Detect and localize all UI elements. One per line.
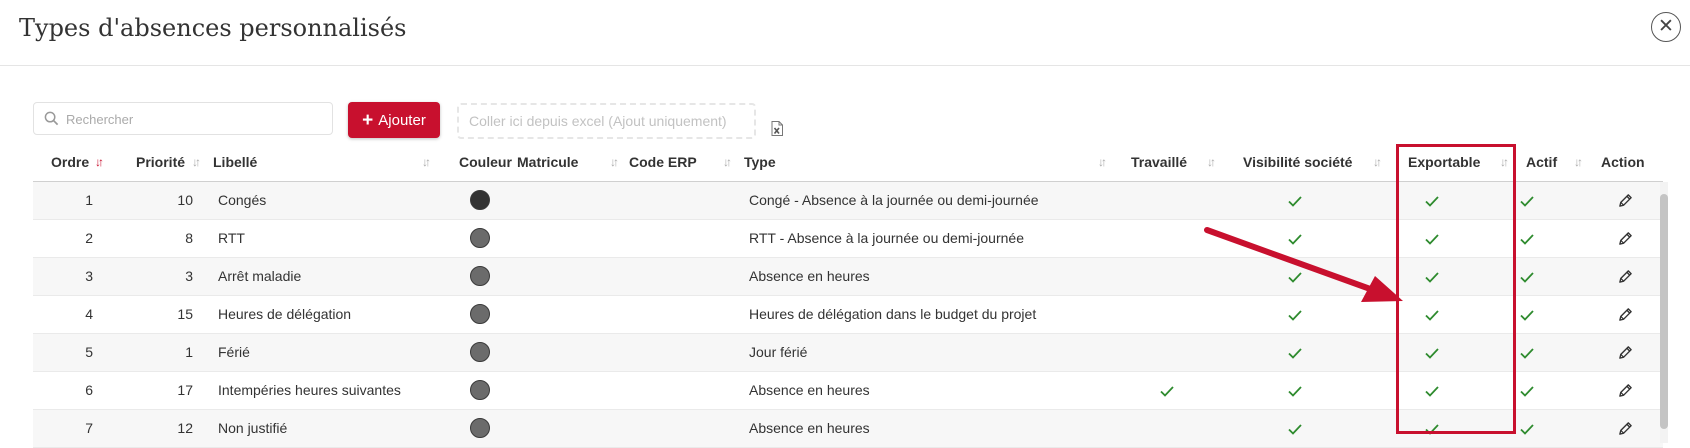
edit-pencil-icon[interactable] — [1618, 269, 1633, 287]
edit-pencil-icon[interactable] — [1618, 421, 1633, 439]
actif-check-icon — [1520, 270, 1534, 286]
cell-ordre: 7 — [85, 420, 93, 436]
header-visibilite[interactable]: Visibilité société — [1243, 154, 1352, 170]
cell-priorite: 17 — [177, 382, 193, 398]
arrow-annotation-icon — [1204, 227, 1403, 302]
cell-ordre: 6 — [85, 382, 93, 398]
edit-pencil-icon[interactable] — [1618, 231, 1633, 249]
cell-libelle: Arrêt maladie — [218, 268, 302, 284]
cell-priorite: 1 — [185, 344, 193, 360]
cell-libelle: Férié — [218, 344, 250, 360]
cell-type: Absence en heures — [749, 420, 870, 436]
color-swatch[interactable] — [470, 418, 490, 438]
cell-priorite: 12 — [177, 420, 193, 436]
cell-priorite: 10 — [177, 192, 193, 208]
cell-libelle: Heures de délégation — [218, 306, 352, 322]
header-ordre[interactable]: Ordre — [51, 154, 89, 170]
add-button[interactable]: + Ajouter — [348, 102, 440, 138]
dialog-header: Types d'absences personnalisés ✕ — [0, 0, 1690, 66]
add-button-label: Ajouter — [378, 111, 426, 129]
dialog-title: Types d'absences personnalisés — [19, 14, 407, 42]
actif-check-icon — [1520, 232, 1534, 248]
cell-libelle: RTT — [218, 230, 245, 246]
visibilite-check-icon — [1288, 384, 1302, 400]
color-swatch[interactable] — [470, 304, 490, 324]
cell-ordre: 2 — [85, 230, 93, 246]
cell-ordre: 5 — [85, 344, 93, 360]
excel-file-icon[interactable] — [771, 121, 783, 136]
travaille-check-icon — [1160, 384, 1174, 400]
edit-pencil-icon[interactable] — [1618, 193, 1633, 211]
edit-pencil-icon[interactable] — [1618, 345, 1633, 363]
cell-priorite: 15 — [177, 306, 193, 322]
color-swatch[interactable] — [470, 190, 490, 210]
visibilite-check-icon — [1288, 194, 1302, 210]
actif-check-icon — [1520, 384, 1534, 400]
header-actif[interactable]: Actif — [1526, 154, 1557, 170]
sort-icon[interactable]: ↓↑ — [1574, 155, 1583, 169]
sort-icon[interactable]: ↓↑ — [192, 155, 201, 169]
cell-priorite: 8 — [185, 230, 193, 246]
actif-check-icon — [1520, 194, 1534, 210]
actif-check-icon — [1520, 422, 1534, 438]
sort-icon[interactable]: ↓↑ — [1373, 155, 1382, 169]
cell-libelle: Intempéries heures suivantes — [218, 382, 401, 398]
color-swatch[interactable] — [470, 380, 490, 400]
search-field[interactable] — [33, 102, 333, 136]
actif-check-icon — [1520, 308, 1534, 324]
cell-type: Heures de délégation dans le budget du p… — [749, 306, 1037, 322]
cell-libelle: Congés — [218, 192, 267, 208]
edit-pencil-icon[interactable] — [1618, 307, 1633, 325]
color-swatch[interactable] — [470, 228, 490, 248]
header-matricule[interactable]: Matricule — [517, 154, 578, 170]
sort-desc-icon[interactable]: ↓↑ — [95, 155, 104, 169]
cell-ordre: 3 — [85, 268, 93, 284]
cell-libelle: Non justifié — [218, 420, 288, 436]
header-libelle[interactable]: Libellé — [213, 154, 257, 170]
search-icon — [44, 111, 59, 126]
paste-excel-input[interactable] — [459, 105, 754, 137]
header-priorite[interactable]: Priorité — [136, 154, 185, 170]
close-icon[interactable]: ✕ — [1651, 12, 1681, 42]
sort-icon[interactable]: ↓↑ — [422, 155, 431, 169]
header-action: Action — [1601, 154, 1645, 170]
visibilite-check-icon — [1288, 422, 1302, 438]
actif-check-icon — [1520, 346, 1534, 362]
cell-type: Congé - Absence à la journée ou demi-jou… — [749, 192, 1039, 208]
plus-icon: + — [362, 109, 374, 131]
sort-icon[interactable]: ↓↑ — [1098, 155, 1107, 169]
scrollbar-thumb[interactable] — [1660, 194, 1668, 429]
cell-type: Absence en heures — [749, 382, 870, 398]
visibilite-check-icon — [1288, 346, 1302, 362]
sort-icon[interactable]: ↓↑ — [1207, 155, 1216, 169]
header-travaille[interactable]: Travaillé — [1131, 154, 1187, 170]
cell-type: Jour férié — [749, 344, 808, 360]
sort-icon[interactable]: ↓↑ — [723, 155, 732, 169]
edit-pencil-icon[interactable] — [1618, 383, 1633, 401]
search-input[interactable] — [64, 103, 328, 136]
cell-type: Absence en heures — [749, 268, 870, 284]
cell-type: RTT - Absence à la journée ou demi-journ… — [749, 230, 1024, 246]
header-couleur: Couleur — [459, 154, 512, 170]
cell-ordre: 1 — [85, 192, 93, 208]
sort-icon[interactable]: ↓↑ — [610, 155, 619, 169]
header-type[interactable]: Type — [744, 154, 776, 170]
visibilite-check-icon — [1288, 308, 1302, 324]
color-swatch[interactable] — [470, 266, 490, 286]
paste-excel-field[interactable] — [457, 103, 756, 139]
color-swatch[interactable] — [470, 342, 490, 362]
cell-priorite: 3 — [185, 268, 193, 284]
header-code-erp[interactable]: Code ERP — [629, 154, 697, 170]
vertical-scrollbar[interactable] — [1660, 182, 1668, 443]
cell-ordre: 4 — [85, 306, 93, 322]
